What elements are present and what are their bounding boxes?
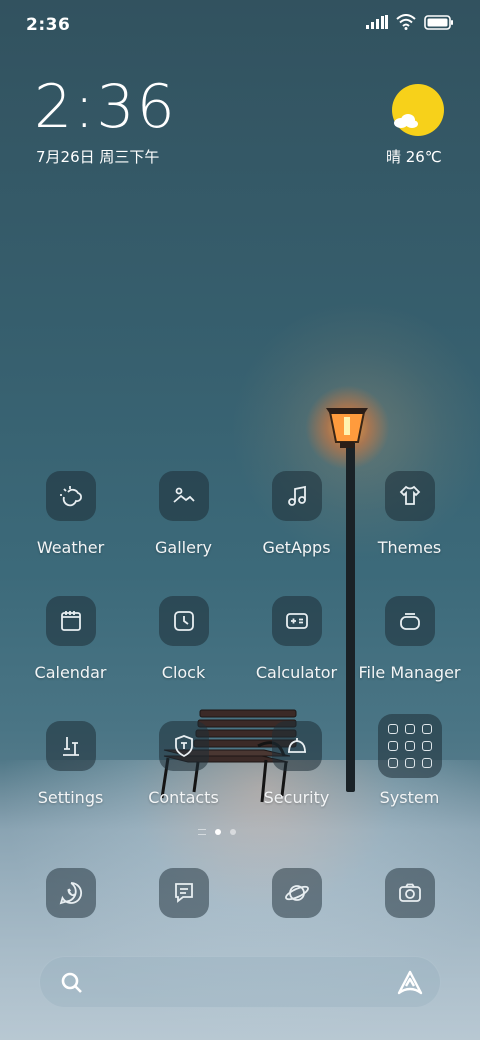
app-label: GetApps — [262, 538, 331, 557]
messages-icon[interactable] — [159, 868, 209, 918]
camera-icon[interactable] — [385, 868, 435, 918]
app-gallery[interactable]: Gallery — [127, 471, 240, 557]
app-label: Gallery — [155, 538, 212, 557]
search-icon[interactable] — [60, 971, 84, 995]
app-calculator[interactable]: Calculator — [240, 596, 353, 682]
weather-widget-text: 晴 26℃ — [386, 148, 442, 166]
app-calendar[interactable]: Calendar — [14, 596, 127, 682]
security-icon[interactable] — [271, 721, 322, 771]
gallery-icon[interactable] — [158, 471, 209, 521]
app-label: Security — [263, 788, 330, 807]
app-settings[interactable]: Settings — [14, 721, 127, 807]
lamp-head — [326, 408, 368, 448]
app-label: Clock — [161, 663, 206, 682]
calculator-icon[interactable] — [271, 596, 322, 646]
app-label: File Manager — [358, 663, 461, 682]
app-label: Weather — [36, 538, 105, 557]
app-label: Calculator — [255, 663, 338, 682]
status-time: 2:36 — [26, 15, 71, 35]
app-getapps[interactable]: GetApps — [240, 471, 353, 557]
clock-widget-time[interactable]: 2:36 — [34, 72, 177, 142]
status-bar: 2:36 — [0, 0, 480, 50]
page-list-indicator[interactable] — [198, 829, 206, 835]
music-note-icon[interactable] — [271, 471, 322, 521]
page-dot[interactable] — [230, 829, 236, 835]
file-manager-icon[interactable] — [384, 596, 435, 646]
page-dot-active[interactable] — [215, 829, 221, 835]
cloud-icon — [394, 114, 418, 128]
app-label: Themes — [377, 538, 442, 557]
calendar-icon[interactable] — [45, 596, 96, 646]
battery-icon — [424, 14, 453, 30]
themes-icon[interactable] — [384, 471, 435, 521]
search-bar[interactable] — [39, 956, 441, 1008]
assistant-icon[interactable] — [396, 969, 424, 997]
app-security[interactable]: Security — [240, 721, 353, 807]
browser-icon[interactable] — [272, 868, 322, 918]
wifi-icon — [396, 14, 416, 30]
clock-icon[interactable] — [158, 596, 209, 646]
app-label: System — [379, 788, 440, 807]
sun-cloud-icon[interactable] — [392, 84, 444, 136]
app-themes[interactable]: Themes — [353, 471, 466, 557]
app-label: Settings — [37, 788, 104, 807]
app-label: Contacts — [148, 788, 219, 807]
weather-icon[interactable] — [45, 471, 96, 521]
signal-icon — [366, 15, 388, 29]
app-label: Calendar — [34, 663, 107, 682]
phone-icon[interactable] — [46, 868, 96, 918]
contacts-icon[interactable] — [158, 721, 209, 771]
home-screen: 2:36 2:36 7月26日 周三下午 晴 26℃ Weather Galle… — [0, 0, 480, 1040]
folder-spacer — [353, 721, 466, 771]
app-weather[interactable]: Weather — [14, 471, 127, 557]
app-system-folder[interactable]: System — [353, 721, 466, 807]
app-contacts[interactable]: Contacts — [127, 721, 240, 807]
page-indicator[interactable] — [198, 829, 236, 835]
settings-icon[interactable] — [45, 721, 96, 771]
app-file-manager[interactable]: File Manager — [353, 596, 466, 682]
app-clock[interactable]: Clock — [127, 596, 240, 682]
clock-widget-date: 7月26日 周三下午 — [36, 148, 160, 166]
